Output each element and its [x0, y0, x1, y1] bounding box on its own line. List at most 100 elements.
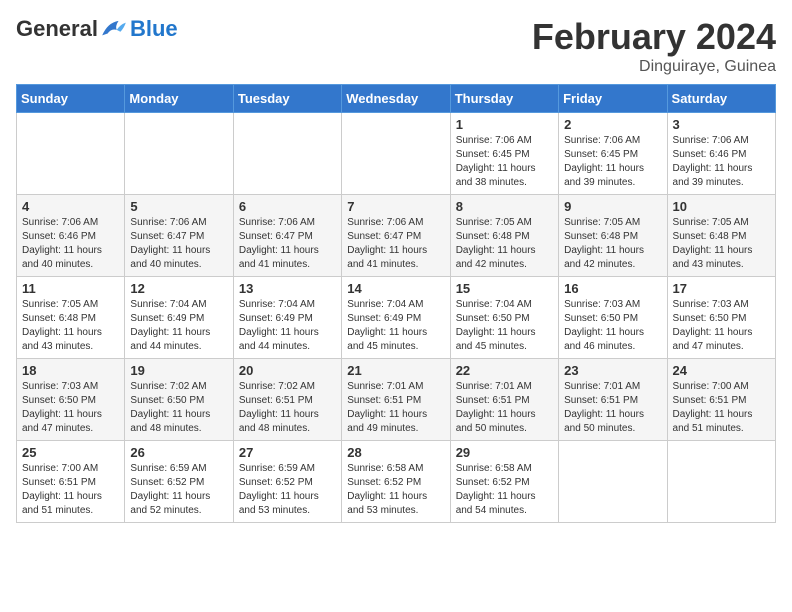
calendar-cell: 7 Sunrise: 7:06 AM Sunset: 6:47 PM Daylig…: [342, 195, 450, 277]
day-number: 14: [347, 281, 444, 296]
day-info: Sunrise: 7:06 AM Sunset: 6:46 PM Dayligh…: [673, 134, 770, 190]
day-number: 6: [239, 199, 336, 214]
day-info: Sunrise: 6:58 AM Sunset: 6:52 PM Dayligh…: [347, 462, 444, 518]
day-info: Sunrise: 7:05 AM Sunset: 6:48 PM Dayligh…: [22, 298, 119, 354]
header-tuesday: Tuesday: [233, 85, 341, 113]
day-info: Sunrise: 7:03 AM Sunset: 6:50 PM Dayligh…: [564, 298, 661, 354]
day-info: Sunrise: 7:04 AM Sunset: 6:49 PM Dayligh…: [239, 298, 336, 354]
day-number: 4: [22, 199, 119, 214]
calendar-cell: [17, 113, 125, 195]
day-info: Sunrise: 7:04 AM Sunset: 6:49 PM Dayligh…: [130, 298, 227, 354]
day-info: Sunrise: 7:04 AM Sunset: 6:49 PM Dayligh…: [347, 298, 444, 354]
logo: General Blue: [16, 16, 178, 42]
calendar-cell: [125, 113, 233, 195]
day-number: 20: [239, 363, 336, 378]
day-info: Sunrise: 7:06 AM Sunset: 6:46 PM Dayligh…: [22, 216, 119, 272]
calendar-cell: 17Sunrise: 7:03 AM Sunset: 6:50 PM Dayli…: [667, 277, 775, 359]
calendar-cell: 9 Sunrise: 7:05 AM Sunset: 6:48 PM Daylig…: [559, 195, 667, 277]
day-number: 24: [673, 363, 770, 378]
day-number: 15: [456, 281, 553, 296]
calendar-table: Sunday Monday Tuesday Wednesday Thursday…: [16, 84, 776, 523]
calendar-cell: 19Sunrise: 7:02 AM Sunset: 6:50 PM Dayli…: [125, 359, 233, 441]
day-number: 22: [456, 363, 553, 378]
day-info: Sunrise: 7:01 AM Sunset: 6:51 PM Dayligh…: [347, 380, 444, 436]
calendar-week-row: 11Sunrise: 7:05 AM Sunset: 6:48 PM Dayli…: [17, 277, 776, 359]
logo-general-text: General: [16, 16, 98, 42]
day-info: Sunrise: 7:06 AM Sunset: 6:47 PM Dayligh…: [347, 216, 444, 272]
day-number: 17: [673, 281, 770, 296]
day-number: 12: [130, 281, 227, 296]
day-info: Sunrise: 7:06 AM Sunset: 6:45 PM Dayligh…: [456, 134, 553, 190]
day-number: 2: [564, 117, 661, 132]
calendar-cell: 4 Sunrise: 7:06 AM Sunset: 6:46 PM Daylig…: [17, 195, 125, 277]
calendar-cell: 28 Sunrise: 6:58 AM Sunset: 6:52 PM Dayli…: [342, 441, 450, 523]
calendar-cell: 24 Sunrise: 7:00 AM Sunset: 6:51 PM Dayli…: [667, 359, 775, 441]
day-info: Sunrise: 6:59 AM Sunset: 6:52 PM Dayligh…: [130, 462, 227, 518]
day-number: 8: [456, 199, 553, 214]
calendar-cell: 11Sunrise: 7:05 AM Sunset: 6:48 PM Dayli…: [17, 277, 125, 359]
day-number: 27: [239, 445, 336, 460]
day-number: 25: [22, 445, 119, 460]
calendar-header-row: Sunday Monday Tuesday Wednesday Thursday…: [17, 85, 776, 113]
calendar-cell: 13 Sunrise: 7:04 AM Sunset: 6:49 PM Dayli…: [233, 277, 341, 359]
calendar-cell: 14 Sunrise: 7:04 AM Sunset: 6:49 PM Dayli…: [342, 277, 450, 359]
calendar-cell: 8 Sunrise: 7:05 AM Sunset: 6:48 PM Daylig…: [450, 195, 558, 277]
calendar-cell: 26 Sunrise: 6:59 AM Sunset: 6:52 PM Dayli…: [125, 441, 233, 523]
calendar-week-row: 18 Sunrise: 7:03 AM Sunset: 6:50 PM Dayli…: [17, 359, 776, 441]
calendar-cell: 18 Sunrise: 7:03 AM Sunset: 6:50 PM Dayli…: [17, 359, 125, 441]
day-info: Sunrise: 7:00 AM Sunset: 6:51 PM Dayligh…: [673, 380, 770, 436]
day-number: 18: [22, 363, 119, 378]
calendar-cell: 16Sunrise: 7:03 AM Sunset: 6:50 PM Dayli…: [559, 277, 667, 359]
day-info: Sunrise: 7:06 AM Sunset: 6:45 PM Dayligh…: [564, 134, 661, 190]
day-info: Sunrise: 6:59 AM Sunset: 6:52 PM Dayligh…: [239, 462, 336, 518]
day-info: Sunrise: 7:02 AM Sunset: 6:51 PM Dayligh…: [239, 380, 336, 436]
logo-bird-icon: [100, 19, 128, 39]
calendar-cell: 3 Sunrise: 7:06 AM Sunset: 6:46 PM Daylig…: [667, 113, 775, 195]
day-info: Sunrise: 7:00 AM Sunset: 6:51 PM Dayligh…: [22, 462, 119, 518]
day-number: 29: [456, 445, 553, 460]
calendar-cell: [667, 441, 775, 523]
header-sunday: Sunday: [17, 85, 125, 113]
day-number: 9: [564, 199, 661, 214]
logo-blue-text: Blue: [130, 16, 178, 42]
header-saturday: Saturday: [667, 85, 775, 113]
calendar-cell: 29 Sunrise: 6:58 AM Sunset: 6:52 PM Dayli…: [450, 441, 558, 523]
calendar-cell: 1 Sunrise: 7:06 AM Sunset: 6:45 PM Daylig…: [450, 113, 558, 195]
calendar-cell: [559, 441, 667, 523]
day-number: 21: [347, 363, 444, 378]
header-monday: Monday: [125, 85, 233, 113]
day-number: 10: [673, 199, 770, 214]
day-info: Sunrise: 7:04 AM Sunset: 6:50 PM Dayligh…: [456, 298, 553, 354]
header-friday: Friday: [559, 85, 667, 113]
day-info: Sunrise: 6:58 AM Sunset: 6:52 PM Dayligh…: [456, 462, 553, 518]
calendar-cell: 12 Sunrise: 7:04 AM Sunset: 6:49 PM Dayli…: [125, 277, 233, 359]
calendar-week-row: 25 Sunrise: 7:00 AM Sunset: 6:51 PM Dayli…: [17, 441, 776, 523]
calendar-cell: 5 Sunrise: 7:06 AM Sunset: 6:47 PM Daylig…: [125, 195, 233, 277]
day-info: Sunrise: 7:05 AM Sunset: 6:48 PM Dayligh…: [456, 216, 553, 272]
day-number: 7: [347, 199, 444, 214]
day-number: 1: [456, 117, 553, 132]
day-number: 5: [130, 199, 227, 214]
calendar-cell: 27 Sunrise: 6:59 AM Sunset: 6:52 PM Dayli…: [233, 441, 341, 523]
calendar-cell: 10 Sunrise: 7:05 AM Sunset: 6:48 PM Dayli…: [667, 195, 775, 277]
calendar-cell: [342, 113, 450, 195]
day-info: Sunrise: 7:03 AM Sunset: 6:50 PM Dayligh…: [22, 380, 119, 436]
day-number: 26: [130, 445, 227, 460]
calendar-cell: 22 Sunrise: 7:01 AM Sunset: 6:51 PM Dayli…: [450, 359, 558, 441]
day-info: Sunrise: 7:06 AM Sunset: 6:47 PM Dayligh…: [130, 216, 227, 272]
month-title: February 2024: [532, 16, 776, 58]
day-info: Sunrise: 7:06 AM Sunset: 6:47 PM Dayligh…: [239, 216, 336, 272]
calendar-cell: 21 Sunrise: 7:01 AM Sunset: 6:51 PM Dayli…: [342, 359, 450, 441]
calendar-cell: 6 Sunrise: 7:06 AM Sunset: 6:47 PM Daylig…: [233, 195, 341, 277]
header-wednesday: Wednesday: [342, 85, 450, 113]
day-info: Sunrise: 7:01 AM Sunset: 6:51 PM Dayligh…: [456, 380, 553, 436]
day-number: 13: [239, 281, 336, 296]
day-number: 3: [673, 117, 770, 132]
location-title: Dinguiraye, Guinea: [532, 58, 776, 76]
day-info: Sunrise: 7:05 AM Sunset: 6:48 PM Dayligh…: [564, 216, 661, 272]
calendar-cell: 15 Sunrise: 7:04 AM Sunset: 6:50 PM Dayli…: [450, 277, 558, 359]
day-number: 28: [347, 445, 444, 460]
calendar-cell: 23Sunrise: 7:01 AM Sunset: 6:51 PM Dayli…: [559, 359, 667, 441]
calendar-week-row: 4 Sunrise: 7:06 AM Sunset: 6:46 PM Daylig…: [17, 195, 776, 277]
day-info: Sunrise: 7:05 AM Sunset: 6:48 PM Dayligh…: [673, 216, 770, 272]
